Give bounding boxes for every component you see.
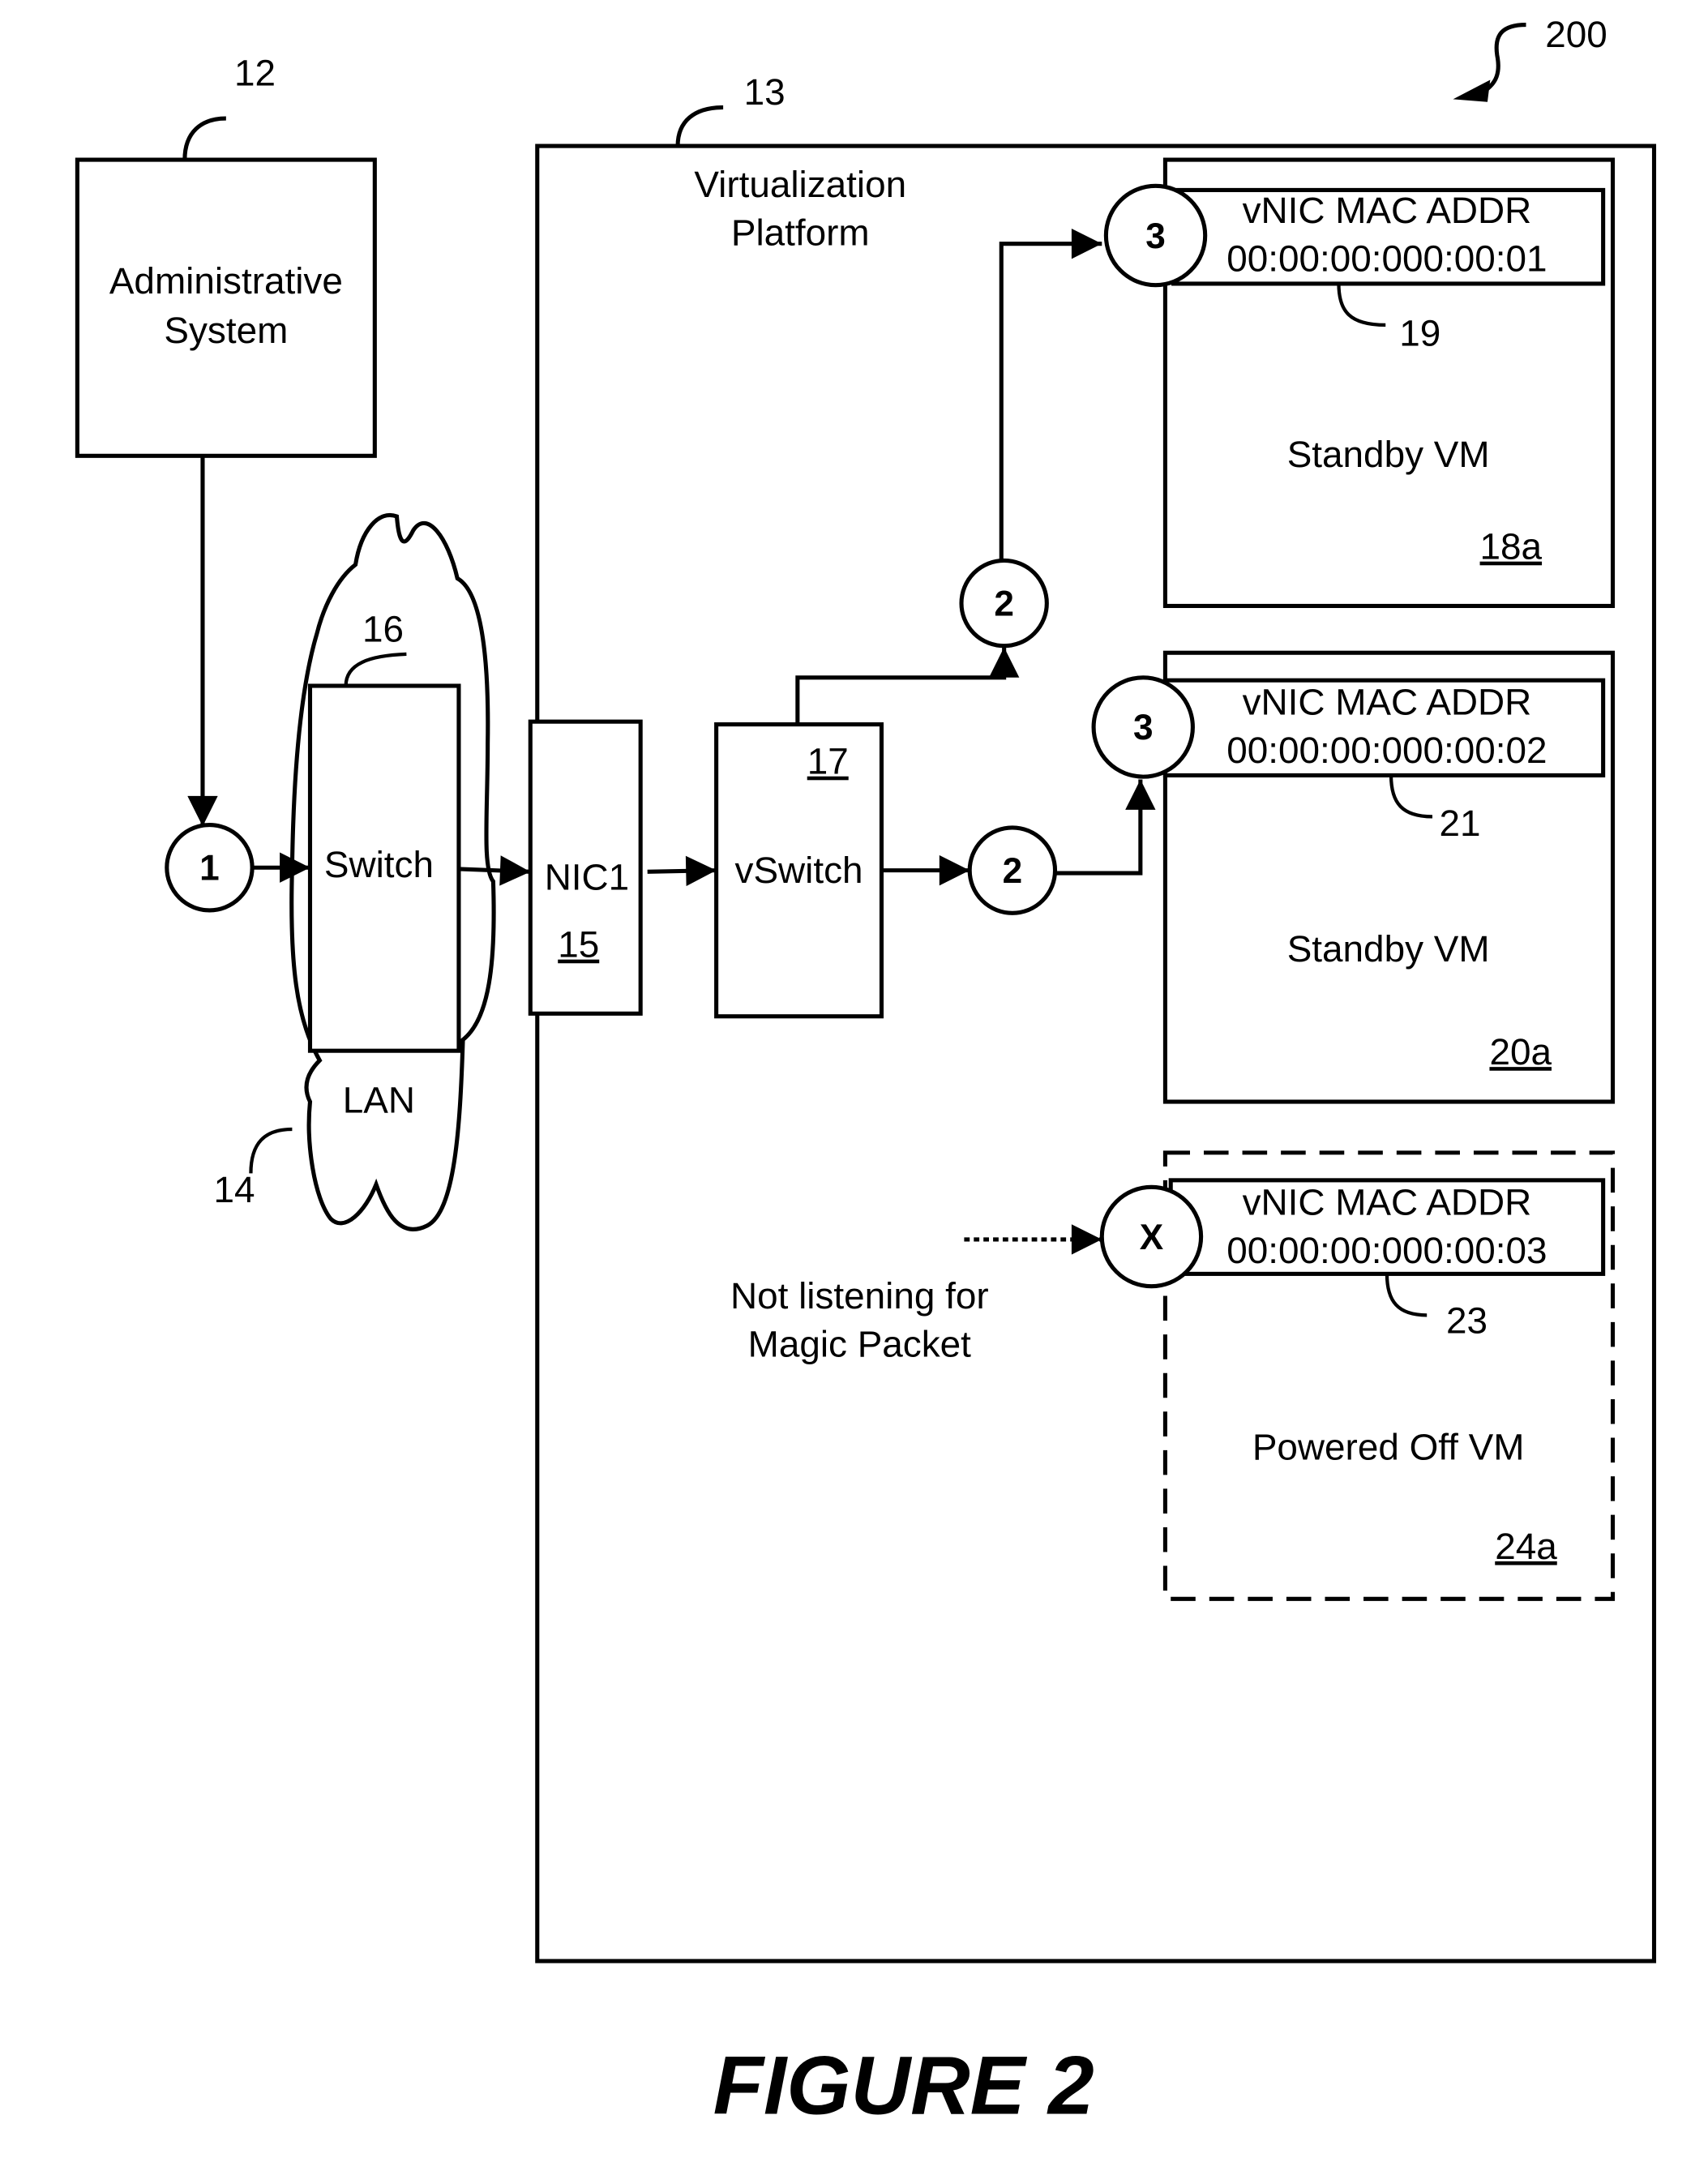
admin-system-label-2: System bbox=[164, 309, 288, 351]
switch: Switch 16 bbox=[307, 608, 461, 1053]
admin-system-box bbox=[75, 157, 377, 458]
ref-12-leader bbox=[182, 116, 226, 161]
switch-to-nic-arrow bbox=[458, 855, 531, 886]
lan-label: LAN bbox=[343, 1079, 415, 1121]
platform-label-2: Platform bbox=[731, 211, 870, 253]
note-line-1: Not listening for bbox=[730, 1274, 989, 1317]
administrative-system: Administrative System 12 bbox=[75, 51, 377, 458]
vnic-23-mac: 00:00:00:000:00:03 bbox=[1226, 1229, 1547, 1271]
vm-20a-label: Standby VM bbox=[1287, 927, 1490, 970]
ref-13-leader bbox=[675, 105, 724, 147]
nic-to-vswitch-arrow bbox=[647, 855, 717, 887]
vnic-21-title: vNIC MAC ADDR bbox=[1243, 681, 1532, 723]
ref-16-leader bbox=[344, 652, 407, 687]
vm-18a-label: Standby VM bbox=[1287, 433, 1490, 475]
vnic-21-mac: 00:00:00:000:00:02 bbox=[1226, 729, 1547, 771]
ref-200: 200 bbox=[1545, 13, 1607, 55]
ref-18a: 18a bbox=[1480, 525, 1543, 567]
ref-13: 13 bbox=[744, 71, 786, 113]
note-line-2: Magic Packet bbox=[748, 1322, 972, 1364]
ref-12: 12 bbox=[234, 51, 276, 93]
ref-24a: 24a bbox=[1495, 1525, 1557, 1567]
ref-16: 16 bbox=[362, 608, 404, 650]
step-2-top-label: 2 bbox=[994, 584, 1014, 623]
step-x-label: X bbox=[1140, 1218, 1164, 1257]
ref-23: 23 bbox=[1446, 1299, 1488, 1341]
ref-20a: 20a bbox=[1489, 1030, 1552, 1073]
diagram-canvas: 200 Administrative System 12 LAN 14 Swit… bbox=[75, 13, 1657, 2132]
vnic-19-mac: 00:00:00:000:00:01 bbox=[1226, 238, 1547, 280]
ref-14-leader bbox=[249, 1127, 293, 1174]
vm-standby-18a: vNIC MAC ADDR 00:00:00:000:00:01 19 Stan… bbox=[1103, 157, 1616, 609]
switch-label: Switch bbox=[324, 843, 434, 885]
ref-19: 19 bbox=[1399, 311, 1440, 353]
step-3-mid-label: 3 bbox=[1133, 708, 1154, 747]
admin-system-label-1: Administrative bbox=[109, 259, 343, 302]
ref-14: 14 bbox=[214, 1168, 255, 1210]
ref-21: 21 bbox=[1439, 802, 1480, 844]
nic-label: NIC1 bbox=[545, 855, 629, 897]
ref-15: 15 bbox=[558, 923, 599, 966]
step-1-label: 1 bbox=[199, 849, 220, 888]
vswitch-label: vSwitch bbox=[735, 849, 863, 891]
vm-24a-label: Powered Off VM bbox=[1252, 1426, 1525, 1468]
vswitch: vSwitch 17 bbox=[714, 722, 884, 1019]
nic: NIC1 15 bbox=[528, 719, 643, 1016]
ref-17: 17 bbox=[807, 740, 849, 782]
ref-200-arrowhead bbox=[1453, 79, 1491, 102]
step-3-top-label: 3 bbox=[1145, 216, 1166, 256]
vm-standby-20a: vNIC MAC ADDR 00:00:00:000:00:02 21 Stan… bbox=[1091, 650, 1616, 1104]
patent-figure: 200 Administrative System 12 LAN 14 Swit… bbox=[0, 0, 1708, 2158]
vnic-23-title: vNIC MAC ADDR bbox=[1243, 1180, 1532, 1222]
figure-title: FIGURE 2 bbox=[713, 2040, 1094, 2132]
platform-label-1: Virtualization bbox=[694, 163, 906, 205]
step-2-mid-label: 2 bbox=[1003, 851, 1023, 891]
vnic-19-title: vNIC MAC ADDR bbox=[1243, 189, 1532, 231]
